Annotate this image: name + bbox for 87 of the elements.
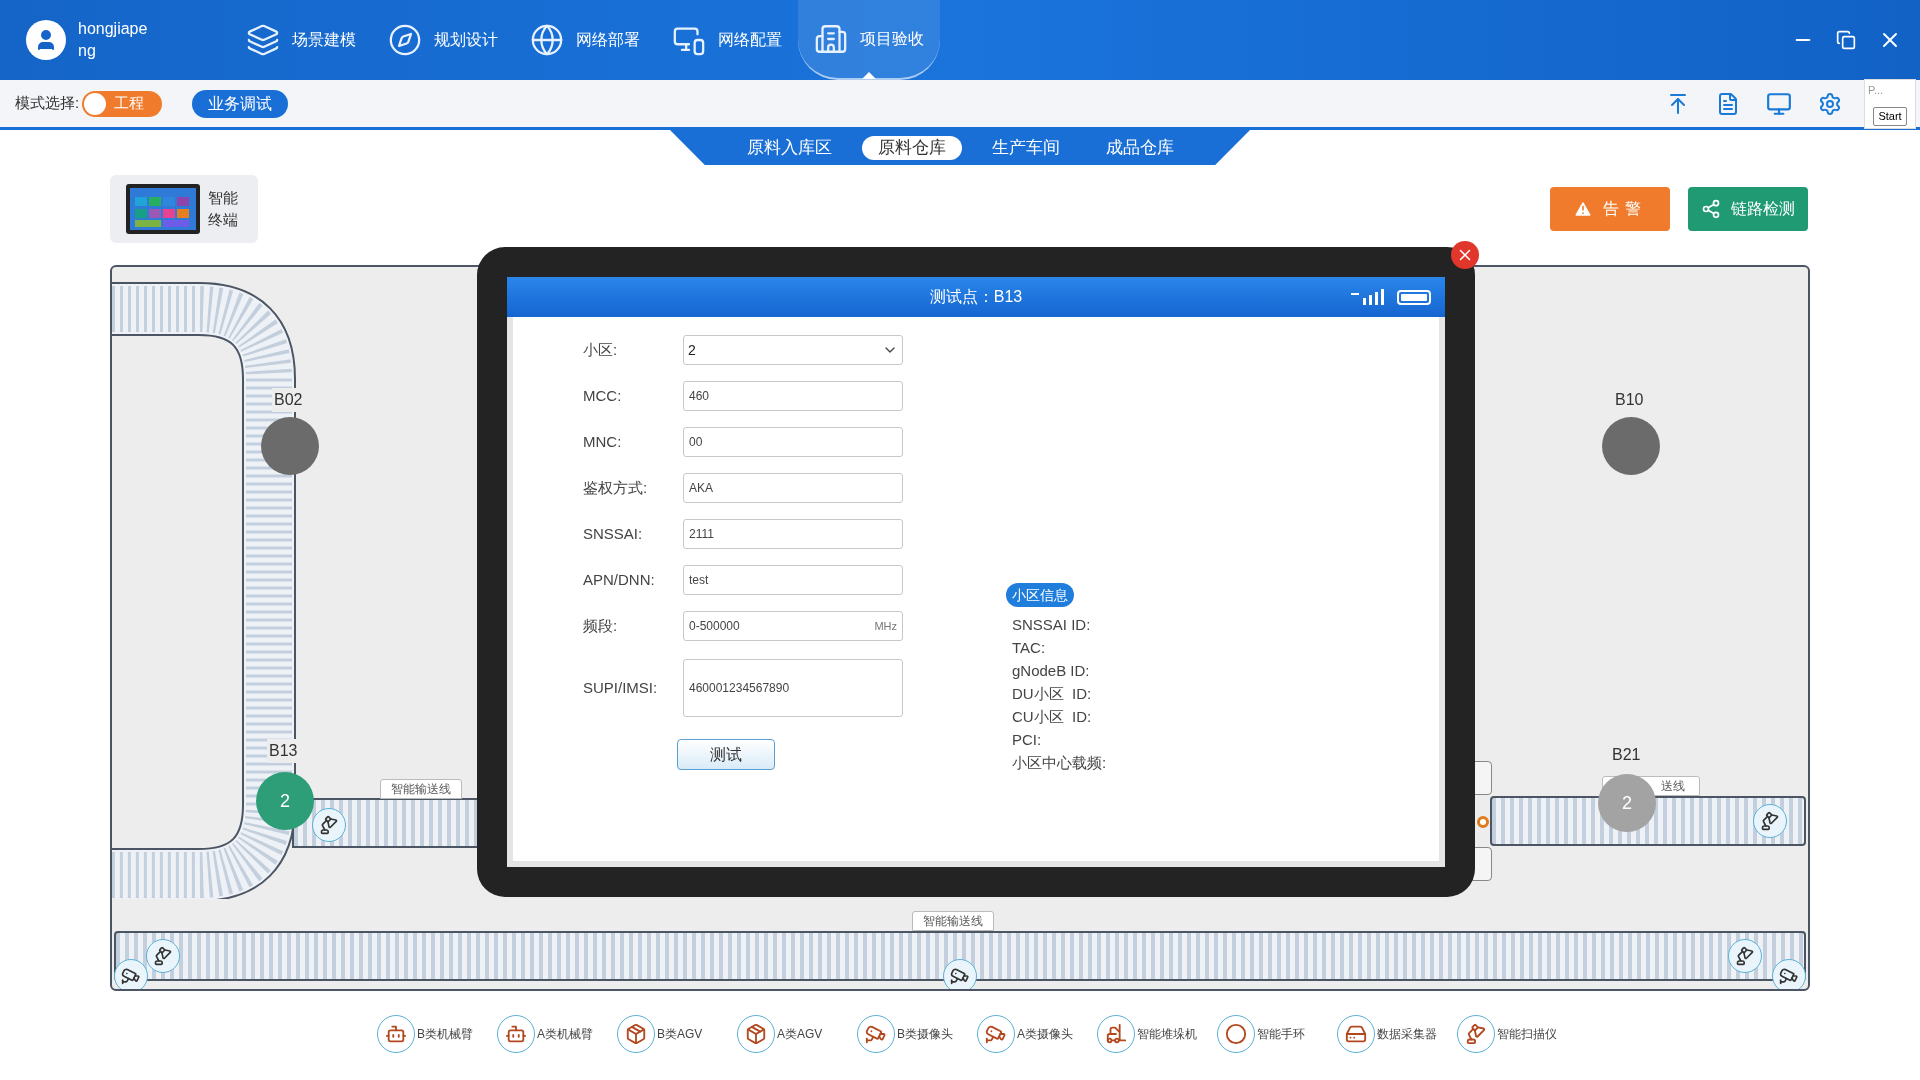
mode-toggle[interactable]: 工程 xyxy=(82,90,163,117)
text-area[interactable]: 460001234567890 xyxy=(683,659,903,717)
legend-label: B类AGV xyxy=(657,1026,703,1043)
input-field[interactable]: test xyxy=(683,565,903,595)
legend-label: A类摄像头 xyxy=(1017,1026,1073,1043)
input-field[interactable]: AKA xyxy=(683,473,903,503)
info-line: SNSSAI ID: xyxy=(1012,615,1092,635)
legend-label: A类机械臂 xyxy=(537,1026,593,1043)
forklift-icon xyxy=(1097,1015,1135,1053)
zone-tab[interactable]: 成品仓库 xyxy=(1089,135,1190,160)
nav-tab[interactable]: 场景建模 xyxy=(230,0,372,80)
info-line: PCI: xyxy=(1012,730,1043,750)
input-field[interactable]: 2111 xyxy=(683,519,903,549)
box-icon xyxy=(617,1015,655,1053)
legend-label: 智能堆垛机 xyxy=(1137,1026,1197,1043)
node-label: B13 xyxy=(267,739,300,763)
mini-panel-title: P... xyxy=(1867,82,1884,98)
link-check-button[interactable]: 链路检测 xyxy=(1688,187,1808,231)
conveyor-label: 智能输送线 xyxy=(912,911,994,931)
signal-icon xyxy=(1349,289,1385,305)
info-line: CU小区 ID: xyxy=(1012,707,1093,727)
field-label: APN/DNN: xyxy=(583,569,656,590)
legend-label: 智能手环 xyxy=(1257,1026,1305,1043)
tablet-icon xyxy=(126,184,200,234)
network-icon xyxy=(1701,199,1721,219)
nav-tab[interactable]: 规划设计 xyxy=(372,0,514,80)
port-marker-icon xyxy=(1477,816,1489,828)
monitor-icon[interactable] xyxy=(1766,90,1792,117)
field-label: SUPI/IMSI: xyxy=(583,677,659,698)
legend-label: A类AGV xyxy=(777,1026,823,1043)
field-label: 频段: xyxy=(583,615,619,636)
avatar-icon[interactable] xyxy=(26,20,66,60)
debug-button[interactable]: 业务调试 xyxy=(192,89,289,118)
building-icon xyxy=(814,22,848,56)
battery-icon xyxy=(1397,289,1431,305)
test-button[interactable]: 测试 xyxy=(677,739,775,770)
nav-tab[interactable]: 项目验收 xyxy=(798,0,940,80)
terminal-label: 智能终端 xyxy=(208,188,239,230)
legend-label: B类机械臂 xyxy=(417,1026,473,1043)
info-badge: 小区信息 xyxy=(1006,583,1074,607)
input-field[interactable]: 460 xyxy=(683,381,903,411)
terminal-card[interactable]: 智能终端 xyxy=(110,175,258,243)
start-button[interactable]: Start xyxy=(1873,107,1907,126)
nav-tab[interactable]: 网络部署 xyxy=(514,0,656,80)
zone-tab[interactable]: 生产车间 xyxy=(975,135,1076,160)
info-line: gNodeB ID: xyxy=(1012,661,1091,681)
node-label: B02 xyxy=(272,388,305,412)
info-line: TAC: xyxy=(1012,638,1047,658)
info-line: 小区中心载频: xyxy=(1012,753,1107,773)
dialog-title: 测试点：B13 xyxy=(929,287,1023,307)
warning-icon xyxy=(1573,199,1593,219)
cctv-camera-icon xyxy=(977,1015,1015,1053)
settings-icon[interactable] xyxy=(1818,91,1842,116)
robot-icon xyxy=(377,1015,415,1053)
ring-icon xyxy=(1217,1015,1255,1053)
mode-label: 模式选择: xyxy=(15,93,80,114)
field-label: 小区: xyxy=(583,339,619,360)
drive-icon xyxy=(1337,1015,1375,1053)
legend-label: 数据采集器 xyxy=(1377,1026,1437,1043)
globe-icon xyxy=(530,23,564,57)
document-icon[interactable] xyxy=(1716,91,1740,116)
cctv-camera-icon xyxy=(857,1015,895,1053)
info-line: DU小区 ID: xyxy=(1012,684,1093,704)
desk-lamp-icon xyxy=(1457,1015,1495,1053)
field-label: MCC: xyxy=(583,385,623,406)
restore-icon[interactable] xyxy=(1836,30,1856,50)
legend-label: 智能扫描仪 xyxy=(1497,1026,1557,1043)
box-icon xyxy=(737,1015,775,1053)
zone-tab[interactable]: 原料入库区 xyxy=(730,135,848,160)
layers-icon xyxy=(246,23,280,57)
field-label: SNSSAI: xyxy=(583,523,644,544)
zone-tab[interactable]: 原料仓库 xyxy=(861,135,962,160)
compass-icon xyxy=(388,23,422,57)
input-field[interactable]: 00 xyxy=(683,427,903,457)
close-button[interactable] xyxy=(1451,241,1479,269)
legend-label: B类摄像头 xyxy=(897,1026,953,1043)
node-marker[interactable] xyxy=(261,417,319,475)
nav-tab[interactable]: 网络配置 xyxy=(656,0,798,80)
robot-icon xyxy=(497,1015,535,1053)
user-name: hongjiapeng xyxy=(78,19,149,61)
alarm-button[interactable]: 告警 xyxy=(1550,187,1670,231)
cell-select[interactable]: 2 xyxy=(683,335,903,365)
input-field[interactable]: 0-500000 MHz xyxy=(683,611,903,641)
node-marker[interactable] xyxy=(1602,417,1660,475)
field-label: 鉴权方式: xyxy=(583,477,649,498)
conveyor-label: 智能输送线 xyxy=(380,779,462,799)
field-label: MNC: xyxy=(583,431,623,452)
